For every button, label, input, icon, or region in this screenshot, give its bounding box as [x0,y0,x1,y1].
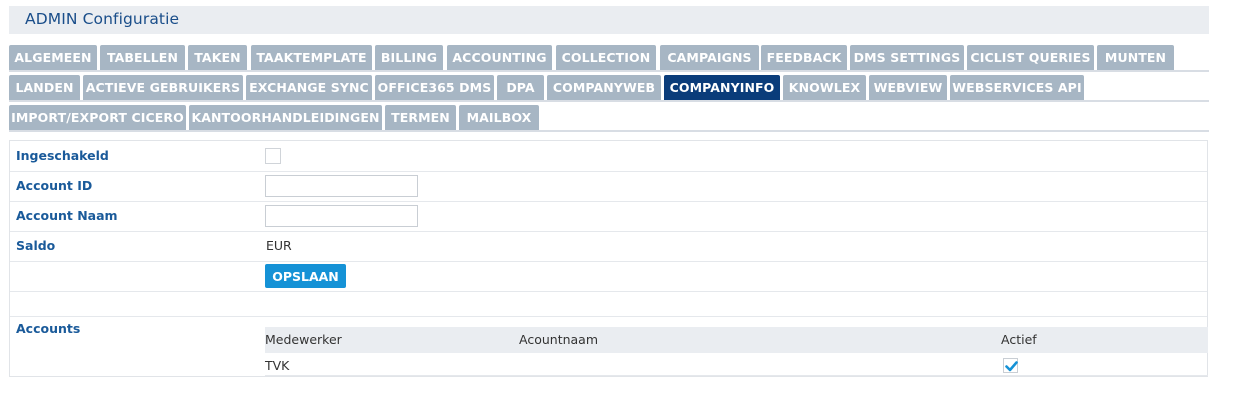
accounts-label: Accounts [16,321,81,336]
column-header-medewerker: Medewerker [265,332,342,347]
account-id-input[interactable] [265,175,418,197]
companyinfo-form: Ingeschakeld Account ID Account Naam Sal… [9,140,1208,377]
tab-companyinfo[interactable]: COMPANYINFO [664,75,780,100]
tab-office365-dms[interactable]: OFFICE365 DMS [375,75,494,100]
table-cell-medewerker: TVK [265,358,290,373]
row-divider [10,231,1207,232]
tab-termen[interactable]: TERMEN [385,105,456,130]
page-title: ADMIN Configuratie [25,10,180,28]
account-naam-label: Account Naam [16,208,118,223]
title-bar: ADMIN Configuratie [9,6,1209,34]
admin-config-page: ADMIN Configuratie ALGEMEEN TABELLEN TAK… [0,0,1245,416]
tab-webview[interactable]: WEBVIEW [869,75,947,100]
tab-ciclist-queries[interactable]: CICLIST QUERIES [967,45,1094,70]
row-divider [265,375,1208,376]
tab-tabellen[interactable]: TABELLEN [100,45,185,70]
accounts-table-header [265,327,1208,353]
checkmark-icon [1005,361,1018,372]
tab-exchange-sync[interactable]: EXCHANGE SYNC [246,75,372,100]
row-divider [10,291,1207,292]
tab-import-export-cicero[interactable]: IMPORT/EXPORT CICERO [9,105,186,130]
tab-munten[interactable]: MUNTEN [1097,45,1174,70]
actief-checkbox[interactable] [1003,358,1018,373]
tab-kantoorhandleidingen[interactable]: KANTOORHANDLEIDINGEN [189,105,382,130]
row-divider [10,171,1207,172]
tab-billing[interactable]: BILLING [375,45,443,70]
tab-feedback[interactable]: FEEDBACK [761,45,847,70]
tab-dms-settings[interactable]: DMS SETTINGS [850,45,964,70]
tab-row-2: LANDEN ACTIEVE GEBRUIKERS EXCHANGE SYNC … [9,72,1209,102]
tab-actieve-gebruikers[interactable]: ACTIEVE GEBRUIKERS [83,75,243,100]
column-header-actief: Actief [1001,332,1037,347]
tab-landen[interactable]: LANDEN [9,75,80,100]
tab-knowlex[interactable]: KNOWLEX [783,75,866,100]
save-button[interactable]: OPSLAAN [265,264,346,288]
row-divider [10,201,1207,202]
tab-companyweb[interactable]: COMPANYWEB [547,75,661,100]
ingeschakeld-checkbox[interactable] [265,148,281,164]
ingeschakeld-label: Ingeschakeld [16,148,109,163]
saldo-label: Saldo [16,238,56,253]
account-naam-input[interactable] [265,205,418,227]
tab-row-1: ALGEMEEN TABELLEN TAKEN TAAKTEMPLATE BIL… [9,42,1209,72]
tab-algemeen[interactable]: ALGEMEEN [9,45,97,70]
tab-dpa[interactable]: DPA [497,75,544,100]
tab-taken[interactable]: TAKEN [188,45,247,70]
tab-row-divider [9,130,1209,132]
accounts-table: Medewerker Acountnaam Actief TVK [265,327,1208,377]
tab-mailbox[interactable]: MAILBOX [459,105,539,130]
account-id-label: Account ID [16,178,93,193]
column-header-acountnaam: Acountnaam [519,332,599,347]
tab-campaigns[interactable]: CAMPAIGNS [660,45,759,70]
tab-collection[interactable]: COLLECTION [556,45,656,70]
tab-accounting[interactable]: ACCOUNTING [447,45,552,70]
tab-taaktemplate[interactable]: TAAKTEMPLATE [251,45,372,70]
tab-webservices-api[interactable]: WEBSERVICES API [950,75,1084,100]
tab-row-3: IMPORT/EXPORT CICERO KANTOORHANDLEIDINGE… [9,102,1209,132]
saldo-value: EUR [266,238,292,253]
row-divider [10,261,1207,262]
row-divider [10,316,1207,317]
